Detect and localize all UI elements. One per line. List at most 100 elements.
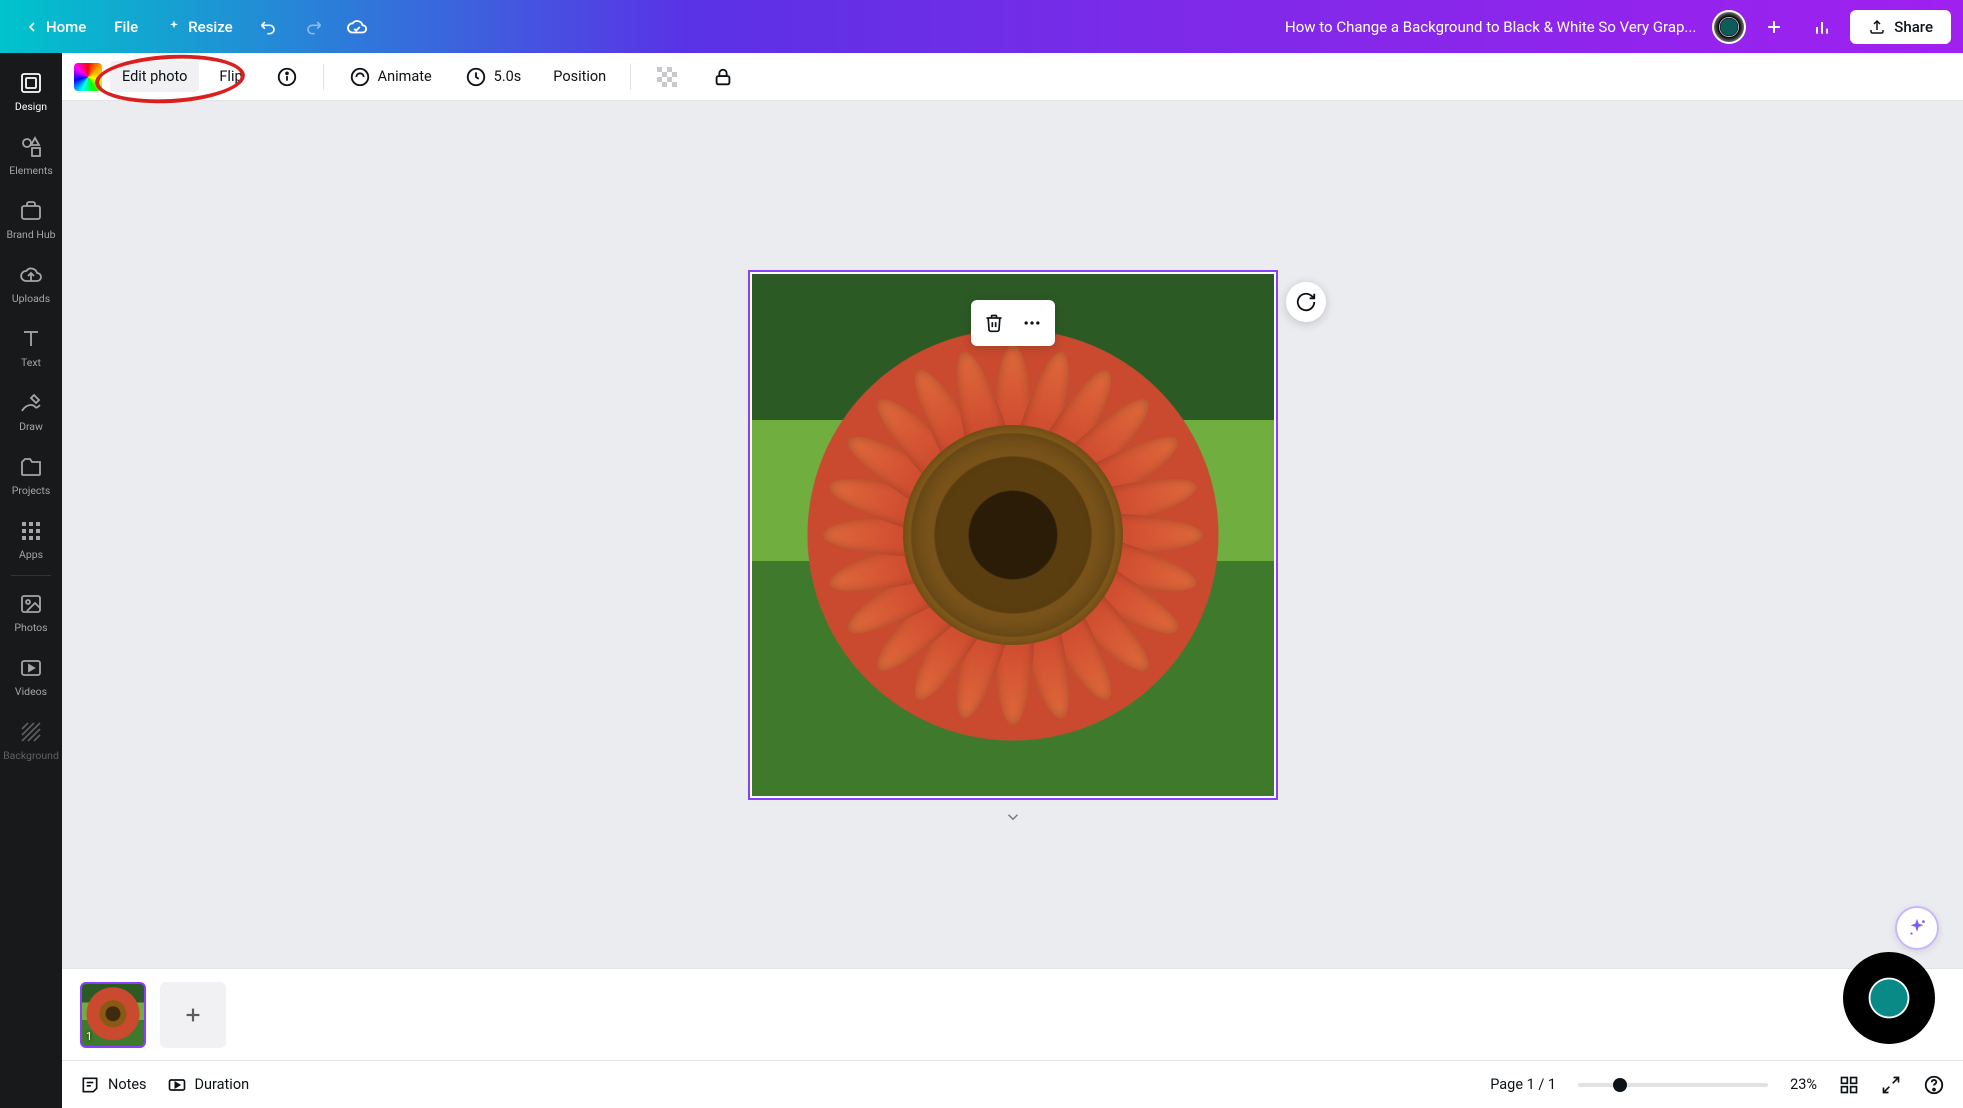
color-picker-button[interactable]: [74, 63, 102, 91]
bar-chart-icon: [1812, 17, 1832, 37]
photos-icon: [19, 592, 43, 616]
insights-button[interactable]: [1802, 7, 1842, 47]
animate-icon: [348, 65, 372, 89]
sidebar-label: Text: [21, 356, 41, 369]
cloud-sync-button[interactable]: [337, 7, 377, 47]
context-toolbar: Edit photo Flip Animate 5.0s Position: [62, 53, 1963, 101]
left-sidebar: Design Elements Brand Hub Uploads Text D…: [0, 53, 62, 1108]
sidebar-item-brand-hub[interactable]: Brand Hub: [0, 187, 62, 251]
page-indicator: Page 1 / 1: [1490, 1076, 1556, 1093]
sidebar-item-projects[interactable]: Projects: [0, 443, 62, 507]
trash-icon: [984, 313, 1004, 333]
cloud-check-icon: [346, 16, 368, 38]
edit-photo-label: Edit photo: [122, 68, 187, 85]
apps-icon: [19, 519, 43, 543]
add-member-button[interactable]: [1754, 7, 1794, 47]
magic-assistant-button[interactable]: [1895, 906, 1939, 950]
footer-duration-button[interactable]: Duration: [167, 1075, 250, 1095]
videos-icon: [19, 656, 43, 680]
fullscreen-button[interactable]: [1881, 1075, 1901, 1095]
sparkle-icon: [166, 19, 182, 35]
zoom-slider[interactable]: [1578, 1083, 1768, 1087]
sidebar-label: Draw: [19, 420, 43, 433]
sidebar-item-draw[interactable]: Draw: [0, 379, 62, 443]
sidebar-label: Design: [15, 100, 47, 113]
duration-icon: [167, 1075, 187, 1095]
add-page-button[interactable]: [160, 982, 226, 1048]
transparency-button[interactable]: [643, 58, 691, 96]
sidebar-item-uploads[interactable]: Uploads: [0, 251, 62, 315]
flip-button[interactable]: Flip: [207, 61, 254, 92]
home-label: Home: [46, 18, 86, 36]
chevron-down-icon: [1004, 808, 1022, 826]
sidebar-item-photos[interactable]: Photos: [0, 580, 62, 644]
user-avatar[interactable]: [1712, 10, 1746, 44]
home-button[interactable]: Home: [12, 10, 98, 44]
header-right-group: Share: [1712, 7, 1951, 47]
sidebar-item-videos[interactable]: Videos: [0, 644, 62, 708]
expand-icon: [1881, 1075, 1901, 1095]
redo-button[interactable]: [293, 7, 333, 47]
toolbar-divider: [630, 64, 631, 90]
elements-icon: [19, 135, 43, 159]
sidebar-item-design[interactable]: Design: [0, 59, 62, 123]
help-button[interactable]: [1923, 1074, 1945, 1096]
zoom-value: 23%: [1790, 1076, 1817, 1093]
brand-hub-icon: [19, 199, 43, 223]
page-number-badge: 1: [86, 1030, 92, 1043]
sidebar-item-apps[interactable]: Apps: [0, 507, 62, 571]
help-icon: [1923, 1074, 1945, 1096]
design-canvas[interactable]: [748, 270, 1278, 800]
collapse-pages-handle[interactable]: [1004, 808, 1022, 826]
share-button[interactable]: Share: [1850, 10, 1951, 44]
sidebar-label: Uploads: [12, 292, 50, 305]
sidebar-label: Videos: [15, 685, 47, 698]
sidebar-label: Photos: [14, 621, 47, 634]
footer-duration-label: Duration: [195, 1076, 250, 1093]
more-element-button[interactable]: [1015, 306, 1049, 340]
sidebar-label: Apps: [19, 548, 43, 561]
info-icon: [275, 65, 299, 89]
animate-button[interactable]: Animate: [336, 58, 444, 96]
page-thumbnail[interactable]: 1: [80, 982, 146, 1048]
refresh-icon: [1295, 291, 1317, 313]
toolbar-divider: [323, 64, 324, 90]
duration-button[interactable]: 5.0s: [452, 58, 534, 96]
notes-button[interactable]: Notes: [80, 1075, 147, 1095]
footer-left-group: Notes Duration: [80, 1075, 249, 1095]
info-button[interactable]: [263, 58, 311, 96]
sidebar-label: Elements: [9, 164, 53, 177]
sparkle-icon: [1906, 917, 1928, 939]
edit-photo-button[interactable]: Edit photo: [110, 61, 199, 92]
resize-label: Resize: [188, 18, 232, 36]
grid-icon: [1839, 1075, 1859, 1095]
position-button[interactable]: Position: [541, 61, 618, 92]
sidebar-item-elements[interactable]: Elements: [0, 123, 62, 187]
projects-icon: [19, 455, 43, 479]
sunflower-photo[interactable]: [752, 274, 1274, 796]
bottom-footer: Notes Duration Page 1 / 1 23%: [62, 1060, 1963, 1108]
canvas-stage[interactable]: [62, 101, 1963, 968]
resize-button[interactable]: Resize: [154, 10, 244, 44]
animate-label: Animate: [378, 68, 432, 85]
document-title[interactable]: How to Change a Background to Black & Wh…: [385, 18, 1705, 36]
sidebar-divider: [11, 575, 51, 576]
lock-button[interactable]: [699, 58, 747, 96]
top-header: Home File Resize How to Change a Backgro…: [0, 0, 1963, 53]
zoom-slider-thumb[interactable]: [1613, 1078, 1627, 1092]
more-horizontal-icon: [1022, 313, 1042, 333]
flip-label: Flip: [219, 68, 242, 85]
upload-icon: [1868, 18, 1886, 36]
sidebar-item-background[interactable]: Background: [0, 708, 62, 772]
delete-element-button[interactable]: [977, 306, 1011, 340]
header-left-group: Home File Resize: [12, 7, 377, 47]
design-icon: [19, 71, 43, 95]
sidebar-label: Background: [3, 749, 59, 762]
footer-right-group: Page 1 / 1 23%: [1490, 1074, 1945, 1096]
undo-button[interactable]: [249, 7, 289, 47]
grid-view-button[interactable]: [1839, 1075, 1859, 1095]
file-menu[interactable]: File: [102, 10, 150, 44]
flower-center: [903, 425, 1123, 645]
sidebar-item-text[interactable]: Text: [0, 315, 62, 379]
regenerate-button[interactable]: [1286, 282, 1326, 322]
